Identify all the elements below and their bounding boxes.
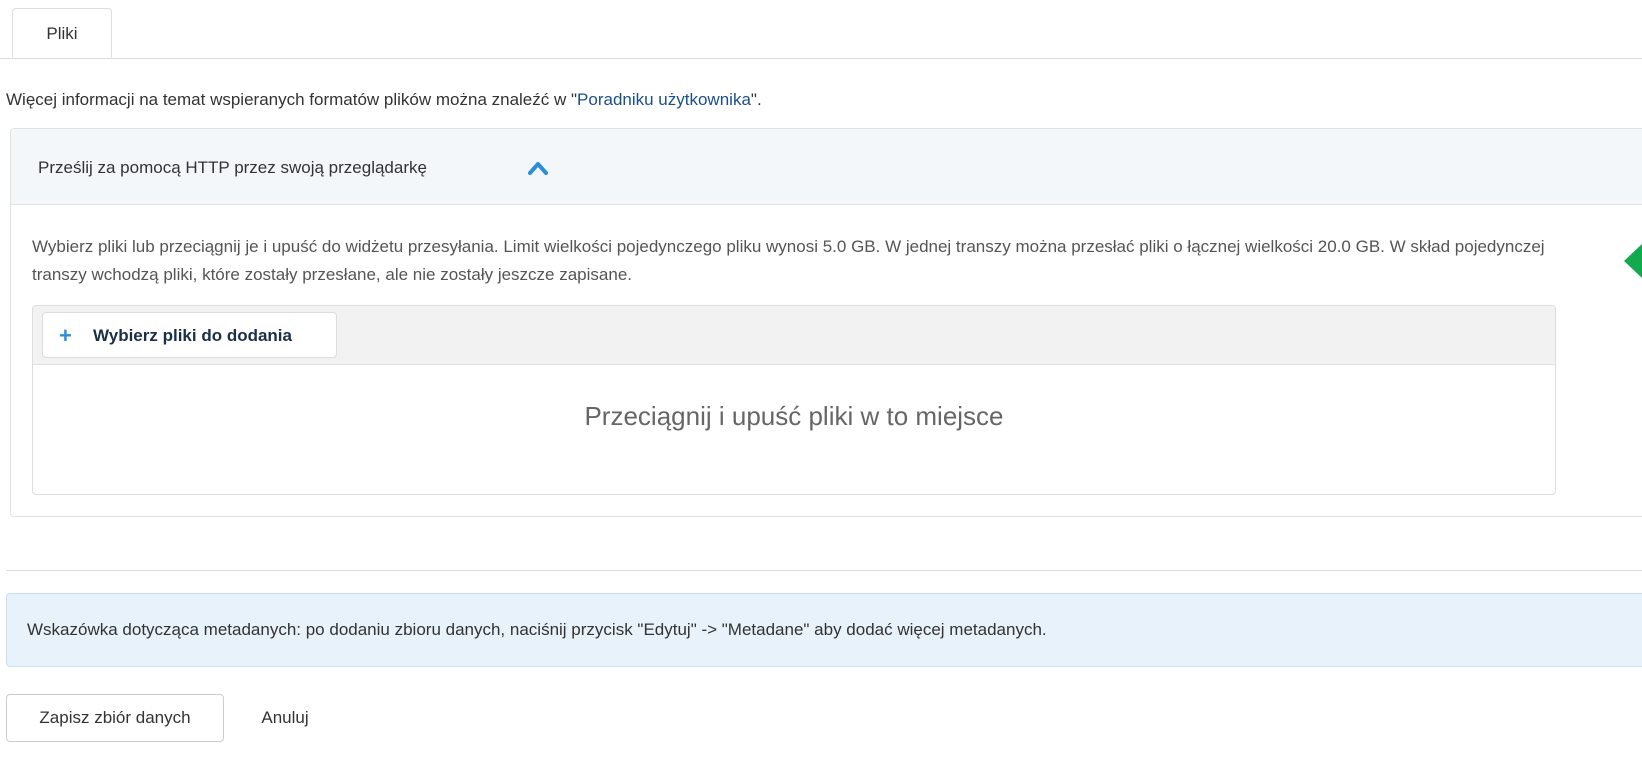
upload-toolbar: + Wybierz pliki do dodania xyxy=(33,306,1555,365)
tab-pliki[interactable]: Pliki xyxy=(12,8,112,58)
drop-zone[interactable]: Przeciągnij i upuść pliki w to miejsce xyxy=(33,364,1555,494)
cancel-button[interactable]: Anuluj xyxy=(240,694,330,742)
section-divider xyxy=(6,570,1642,571)
metadata-tip-alert: Wskazówka dotycząca metadanych: po dodan… xyxy=(6,593,1642,667)
save-dataset-button[interactable]: Zapisz zbiór danych xyxy=(6,694,224,742)
panel-heading-title[interactable]: Prześlij za pomocą HTTP przez swoją prze… xyxy=(38,156,427,180)
info-prefix: Więcej informacji na temat wspieranych f… xyxy=(6,90,578,109)
panel-heading[interactable]: Prześlij za pomocą HTTP przez swoją prze… xyxy=(11,129,1642,205)
http-upload-panel: Prześlij za pomocą HTTP przez swoją prze… xyxy=(10,128,1642,517)
choose-files-button[interactable]: + Wybierz pliki do dodania xyxy=(42,312,337,358)
metadata-tip-text: Wskazówka dotycząca metadanych: po dodan… xyxy=(27,620,1047,639)
info-suffix: ". xyxy=(750,90,762,109)
choose-files-label: Wybierz pliki do dodania xyxy=(93,326,292,345)
plus-icon: + xyxy=(59,323,72,348)
user-guide-link[interactable]: Poradniku użytkownika xyxy=(577,90,751,109)
format-info-text: Więcej informacji na temat wspieranych f… xyxy=(6,88,762,112)
green-arrow-marker xyxy=(1624,244,1642,278)
upload-limits-description: Wybierz pliki lub przeciągnij je i upuść… xyxy=(32,237,1545,284)
chevron-up-icon[interactable] xyxy=(527,159,549,177)
tab-bar: Pliki xyxy=(0,0,1642,59)
upload-widget: + Wybierz pliki do dodania Przeciągnij i… xyxy=(32,305,1556,495)
